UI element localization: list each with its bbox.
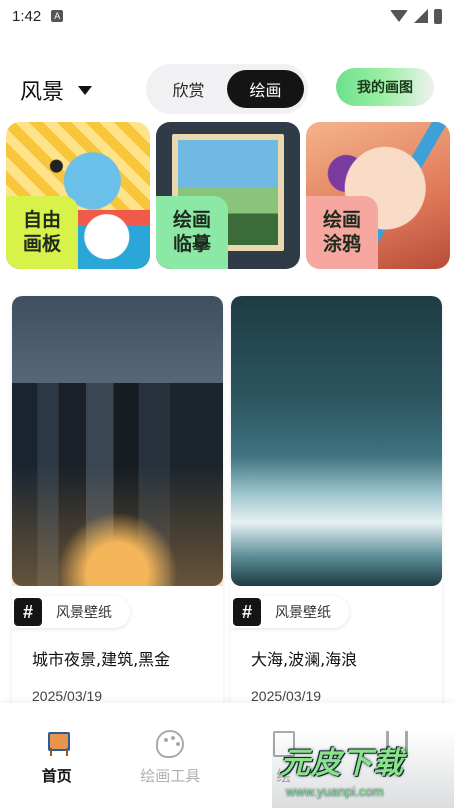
tool-label-line: 涂鸦 xyxy=(322,232,361,255)
tool-cards: 自由 画板 绘画 临摹 绘画 涂鸦 xyxy=(6,122,450,269)
category-label: 风景 xyxy=(20,80,65,105)
signal-icon xyxy=(414,9,428,23)
mode-segmented-control: 欣赏 绘画 xyxy=(146,64,308,114)
tag-chip[interactable]: # 风景壁纸 xyxy=(231,596,349,628)
book-icon xyxy=(272,731,295,757)
wifi-icon xyxy=(390,10,408,22)
wallpaper-card[interactable]: # 风景壁纸 大海,波澜,海浪 2025/03/19 xyxy=(231,296,442,716)
card-date: 2025/03/19 xyxy=(32,688,103,704)
my-paintings-button[interactable]: 我的画图 xyxy=(336,68,434,106)
city-night-photo xyxy=(12,296,223,586)
card-title: 大海,波澜,海浪 xyxy=(251,650,358,669)
nav-label: 首页 xyxy=(41,767,72,785)
tool-card-copy-painting[interactable]: 绘画 临摹 xyxy=(156,122,300,269)
nav-label: 绘画工具 xyxy=(140,767,201,785)
nav-home[interactable]: 首页 xyxy=(0,703,114,808)
status-bar: 1:42 A xyxy=(0,0,454,32)
nav-more[interactable] xyxy=(341,703,454,808)
palette-icon xyxy=(156,730,185,758)
tools-icon xyxy=(386,731,409,757)
wallpaper-feed: # 风景壁纸 城市夜景,建筑,黑金 2025/03/19 # 风景壁纸 大海,波… xyxy=(12,296,442,716)
card-title: 城市夜景,建筑,黑金 xyxy=(32,650,171,669)
tool-label-line: 绘画 xyxy=(172,208,211,231)
easel-icon xyxy=(46,732,70,756)
tab-appreciate[interactable]: 欣赏 xyxy=(150,70,227,108)
nav-painting-library[interactable]: 绘 xyxy=(227,703,341,808)
notification-icon: A xyxy=(51,10,64,22)
nav-label: 绘 xyxy=(276,767,292,785)
wallpaper-card[interactable]: # 风景壁纸 城市夜景,建筑,黑金 2025/03/19 xyxy=(12,296,223,716)
tool-label: 自由 画板 xyxy=(6,196,78,269)
tool-label-line: 自由 xyxy=(22,208,61,231)
bottom-nav: 首页 绘画工具 绘 xyxy=(0,703,454,808)
category-dropdown[interactable]: 风景 xyxy=(20,74,93,106)
nav-painting-tools[interactable]: 绘画工具 xyxy=(114,703,228,808)
battery-icon xyxy=(434,8,442,24)
tool-label-line: 绘画 xyxy=(322,208,361,231)
tool-label: 绘画 涂鸦 xyxy=(306,196,378,269)
tool-label-line: 画板 xyxy=(22,232,61,255)
tool-card-doodle[interactable]: 绘画 涂鸦 xyxy=(306,122,450,269)
tool-label-line: 临摹 xyxy=(172,232,211,255)
tag-label: 风景壁纸 xyxy=(56,605,112,621)
hashtag-icon: # xyxy=(14,598,42,626)
hashtag-icon: # xyxy=(233,598,261,626)
caret-down-icon xyxy=(78,85,93,95)
tab-painting[interactable]: 绘画 xyxy=(227,70,304,108)
card-date: 2025/03/19 xyxy=(251,688,322,704)
ocean-waves-photo xyxy=(231,296,442,586)
header: 风景 欣赏 绘画 我的画图 xyxy=(0,62,454,114)
tool-label: 绘画 临摹 xyxy=(156,196,228,269)
tool-card-free-canvas[interactable]: 自由 画板 xyxy=(6,122,150,269)
status-icons xyxy=(390,8,442,24)
status-time: 1:42 xyxy=(12,7,42,25)
tag-label: 风景壁纸 xyxy=(275,605,331,621)
tag-chip[interactable]: # 风景壁纸 xyxy=(12,596,130,628)
